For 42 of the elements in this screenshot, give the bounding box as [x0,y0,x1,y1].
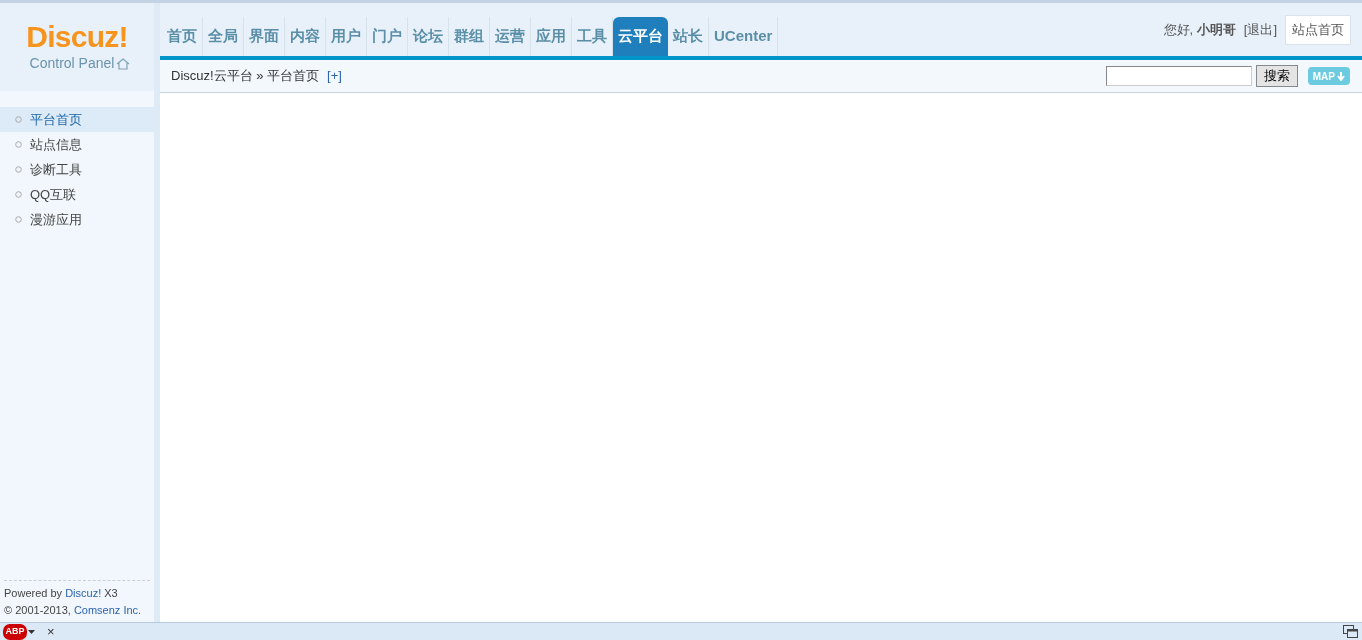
powered-by-text: Powered by Discuz! X3 [4,586,119,601]
nav-tab[interactable]: 首页 [162,17,203,56]
nav-tab[interactable]: 内容 [285,17,326,56]
nav-tab[interactable]: 门户 [367,17,408,56]
discuz-link[interactable]: Discuz! [65,587,102,599]
bullet-icon [15,191,22,198]
nav-tab[interactable]: UCenter [709,17,779,56]
copyright-text: © 2001-2013, Comsenz Inc. [4,603,143,618]
nav-tab[interactable]: 用户 [326,17,367,56]
greeting-text: 您好, 小明哥 [1163,21,1236,40]
nav-tab[interactable]: 群组 [449,17,490,56]
adblock-icon[interactable]: ABP [3,623,27,640]
search-field[interactable] [1105,66,1252,86]
sidebar-item[interactable]: QQ互联 [0,182,154,207]
logo-wordmark: Discuz! [26,21,128,53]
nav-tab[interactable]: 云平台 [613,17,668,56]
nav-tab[interactable]: 论坛 [408,17,449,56]
sidebar-item[interactable]: 站点信息 [0,132,154,157]
nav-tab[interactable]: 全局 [203,17,244,56]
nav-tab[interactable]: 运营 [490,17,531,56]
close-button[interactable]: × [47,625,55,638]
breadcrumb-path: Discuz!云平台 » 平台首页 [171,67,320,86]
add-shortcut-link[interactable]: [+] [327,66,342,86]
nav-tab[interactable]: 应用 [531,17,572,56]
bullet-icon [15,116,22,123]
sidebar-item[interactable]: 平台首页 [0,107,154,132]
sidebar-item[interactable]: 漫游应用 [0,207,154,232]
windows-icon[interactable] [1343,625,1358,638]
search-button[interactable]: 搜索 [1255,65,1298,87]
bullet-icon [15,216,22,223]
bullet-icon [15,166,22,173]
comsenz-link[interactable]: Comsenz Inc. [73,604,142,616]
home-icon [116,57,131,70]
sidebar-item[interactable]: 诊断工具 [0,157,154,182]
nav-tab[interactable]: 站长 [668,17,709,56]
down-arrow-icon [1337,71,1345,81]
logout-link[interactable]: [退出] [1243,20,1277,40]
logo-subtitle: Control Panel [29,54,115,73]
nav-tab[interactable]: 界面 [244,17,285,56]
site-home-button[interactable]: 站点首页 [1285,15,1351,45]
caret-icon [28,629,35,634]
bullet-icon [15,141,22,148]
